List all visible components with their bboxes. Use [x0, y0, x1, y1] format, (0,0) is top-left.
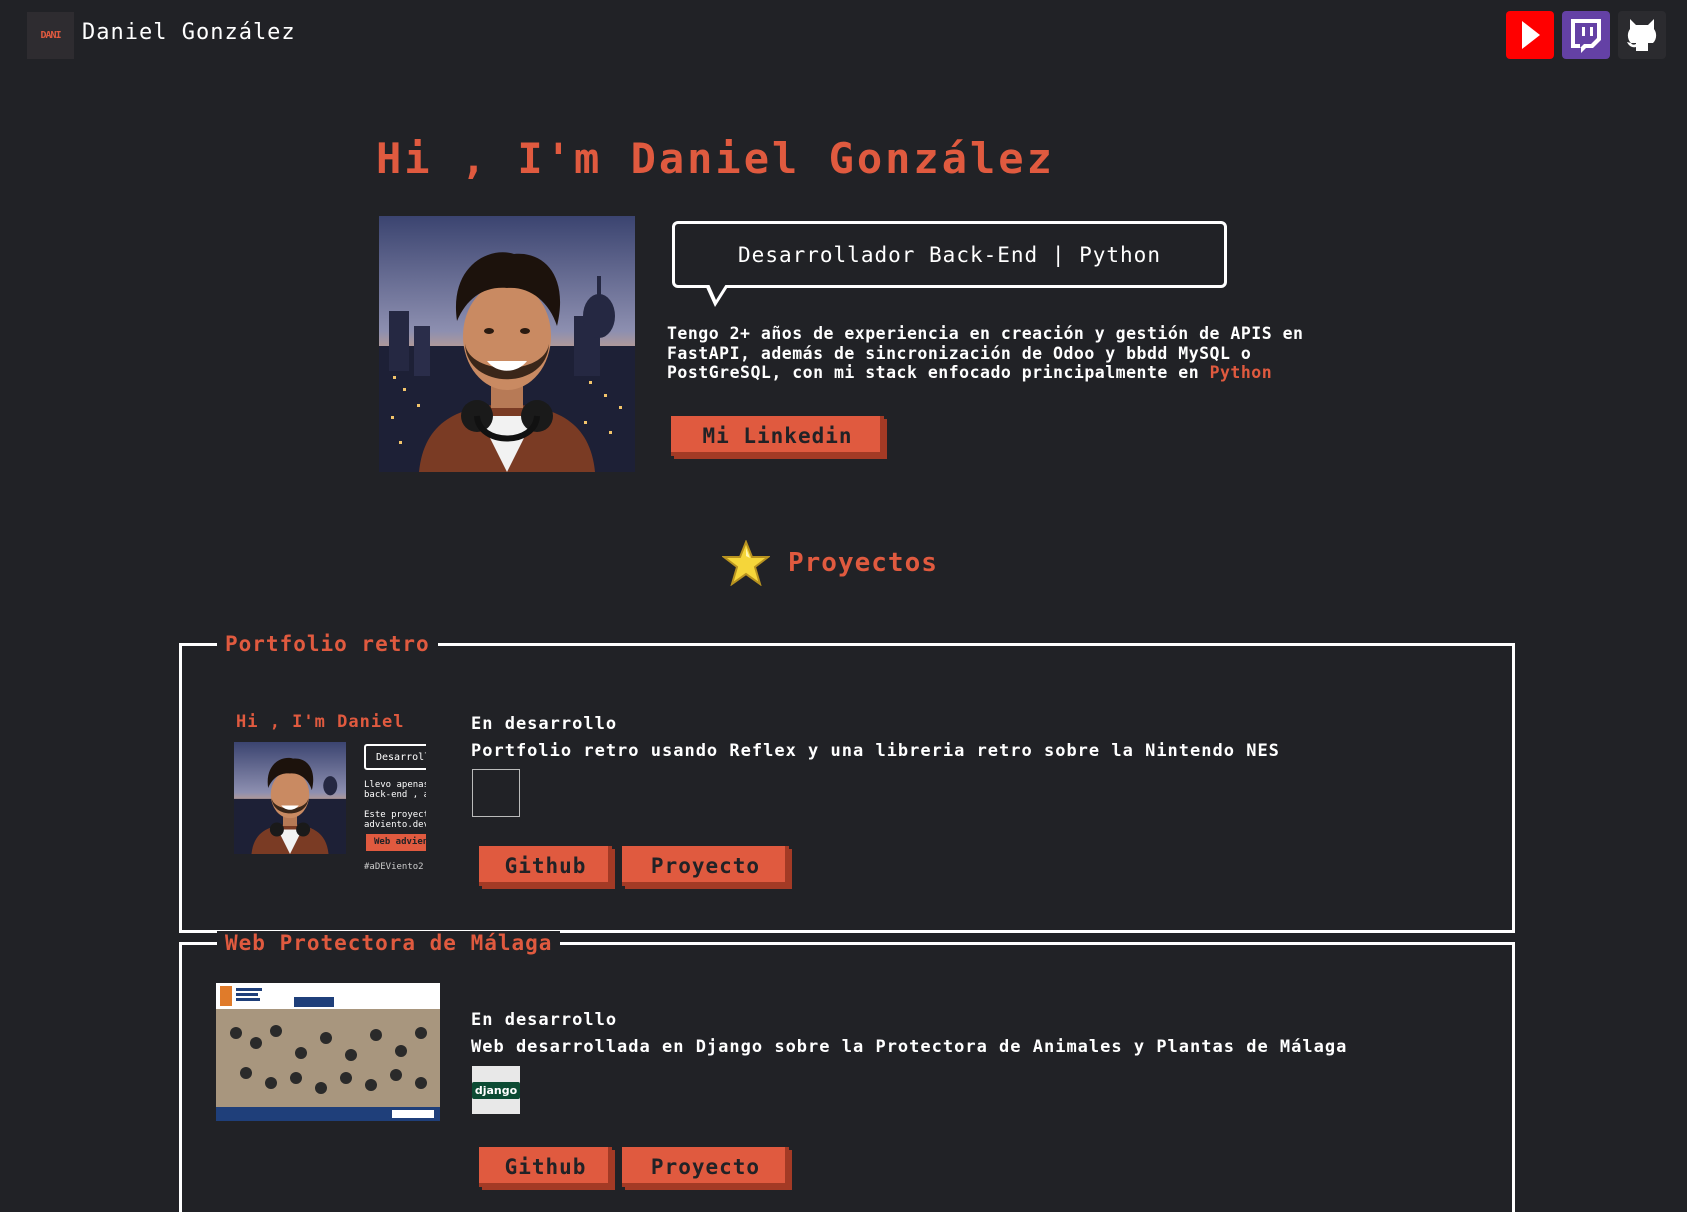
- protectora-screenshot: [216, 983, 440, 1121]
- project-thumbnail: [216, 983, 440, 1121]
- project-button[interactable]: Proyecto: [622, 846, 789, 886]
- thumbnail-avatar: [234, 742, 346, 854]
- github-button[interactable]: Github: [479, 1147, 612, 1187]
- project-card-portfolio: Portfolio retro Hi , I'm Daniel Desarrol…: [179, 632, 1515, 933]
- twitch-icon: [1571, 19, 1601, 53]
- github-link[interactable]: [1618, 11, 1666, 59]
- project-status: En desarrollo: [471, 714, 618, 734]
- thumbnail-tag: #aDEViento2: [364, 862, 424, 872]
- bio-highlight: Python: [1209, 363, 1273, 382]
- project-title: Web Protectora de Málaga: [217, 931, 561, 955]
- top-bar: DANI Daniel González: [0, 0, 1687, 70]
- twitch-link[interactable]: [1562, 11, 1610, 59]
- thumbnail-bubble: Desarroll: [364, 744, 426, 770]
- projects-title: Proyectos: [788, 548, 938, 578]
- project-title: Portfolio retro: [217, 632, 438, 656]
- django-label: django: [471, 1081, 521, 1099]
- project-description: Web desarrollada en Django sobre la Prot…: [471, 1037, 1348, 1057]
- role-speech-bubble: Desarrollador Back-End | Python: [672, 221, 1227, 288]
- project-card-protectora: Web Protectora de Málaga En desarrollo W…: [179, 931, 1515, 1212]
- github-button[interactable]: Github: [479, 846, 612, 886]
- youtube-link[interactable]: [1506, 11, 1554, 59]
- site-logo[interactable]: DANI: [27, 12, 74, 59]
- broken-image-icon: [472, 769, 520, 817]
- profile-avatar: [379, 216, 635, 472]
- hero-title: Hi , I'm Daniel González: [376, 134, 1055, 183]
- bio-text: Tengo 2+ años de experiencia en creación…: [667, 324, 1304, 382]
- youtube-icon: [1522, 21, 1540, 49]
- thumbnail-text: Llevo apenas u back-end , aho Este proye…: [364, 780, 426, 830]
- github-icon: [1627, 19, 1657, 51]
- linkedin-button[interactable]: Mi Linkedin: [671, 416, 884, 456]
- project-status: En desarrollo: [471, 1010, 618, 1030]
- thumbnail-title: Hi , I'm Daniel: [236, 712, 405, 732]
- django-logo: django: [471, 1066, 521, 1114]
- star-icon: [722, 540, 770, 586]
- project-button[interactable]: Proyecto: [622, 1147, 789, 1187]
- thumbnail-button: Web advien: [366, 834, 426, 851]
- logo-text: DANI: [40, 30, 61, 41]
- project-thumbnail: Hi , I'm Daniel Desarroll Llevo apenas u…: [216, 712, 426, 882]
- site-brand[interactable]: Daniel González: [82, 20, 296, 45]
- bio-paragraph: Tengo 2+ años de experiencia en creación…: [667, 324, 1327, 383]
- projects-heading: Proyectos: [722, 540, 938, 586]
- project-description: Portfolio retro usando Reflex y una libr…: [471, 741, 1280, 761]
